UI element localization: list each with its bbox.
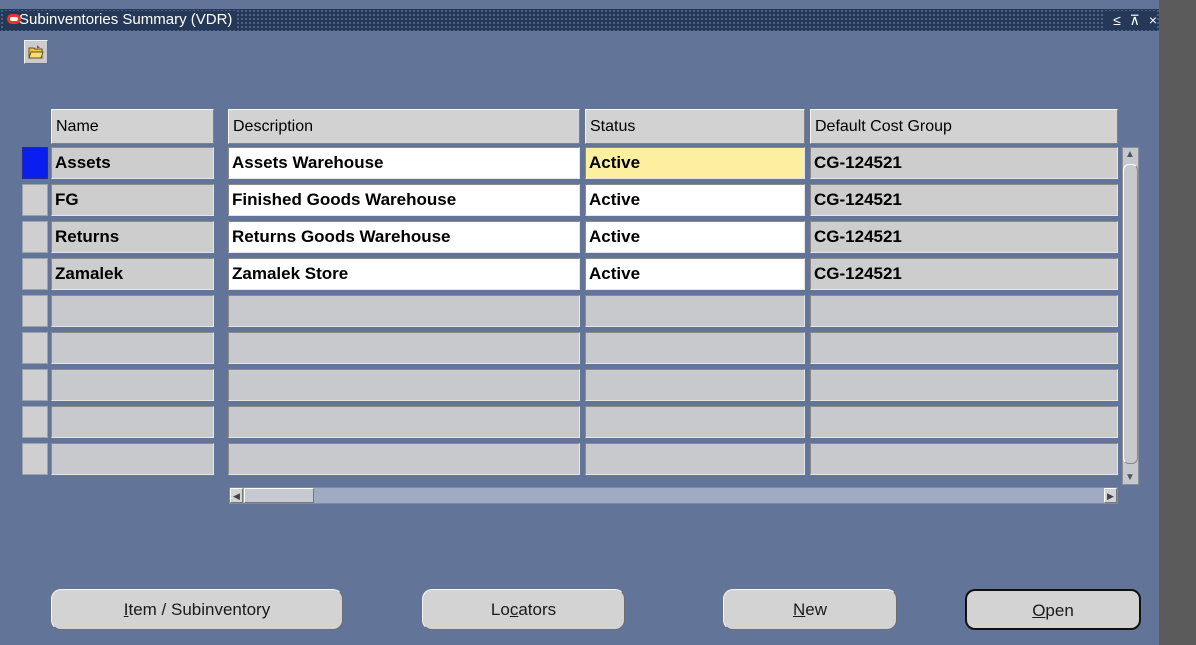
description-cell[interactable] [228, 443, 580, 475]
name-cell[interactable]: FG [51, 184, 214, 216]
cost-group-cell[interactable] [810, 406, 1118, 438]
name-cell[interactable] [51, 295, 214, 327]
cost-group-cell[interactable] [810, 369, 1118, 401]
cost-group-cell[interactable]: CG-124521 [810, 221, 1118, 253]
status-cell[interactable] [585, 406, 805, 438]
description-cell[interactable]: Returns Goods Warehouse [228, 221, 580, 253]
locators-label-prefix: Lo [490, 600, 510, 619]
cost-group-cell[interactable]: CG-124521 [810, 258, 1118, 290]
subinventories-summary-window: Subinventories Summary (VDR) ≤ ⊼ × Name … [0, 0, 1159, 645]
cost-group-cell[interactable]: CG-124521 [810, 184, 1118, 216]
name-cell[interactable]: Zamalek [51, 258, 214, 290]
column-header-name: Name [51, 109, 214, 144]
record-indicator[interactable] [22, 443, 48, 475]
background-strip [1159, 0, 1196, 645]
record-indicator[interactable] [22, 258, 48, 290]
record-indicator[interactable] [22, 295, 48, 327]
cost-group-cell[interactable] [810, 332, 1118, 364]
record-indicator[interactable] [22, 221, 48, 253]
column-header-description: Description [228, 109, 580, 144]
description-cell[interactable]: Finished Goods Warehouse [228, 184, 580, 216]
name-cell[interactable]: Returns [51, 221, 214, 253]
record-indicator[interactable] [22, 369, 48, 401]
open-button[interactable]: Open [965, 589, 1141, 630]
record-indicator[interactable] [22, 147, 48, 179]
description-cell[interactable] [228, 332, 580, 364]
oracle-icon [7, 14, 21, 24]
new-button[interactable]: New [723, 589, 897, 630]
item-subinventory-label: tem / Subinventory [128, 600, 271, 619]
status-cell[interactable] [585, 369, 805, 401]
scroll-up-icon[interactable]: ▲ [1125, 149, 1135, 160]
status-cell[interactable]: Active [585, 221, 805, 253]
cost-group-cell[interactable] [810, 443, 1118, 475]
column-header-default-cost-group: Default Cost Group [810, 109, 1118, 144]
window-title-text: Subinventories Summary (VDR) [19, 11, 233, 28]
title-bar[interactable]: Subinventories Summary (VDR) ≤ ⊼ × [0, 9, 1159, 31]
description-cell[interactable]: Assets Warehouse [228, 147, 580, 179]
locators-label: ators [518, 600, 557, 619]
description-cell[interactable] [228, 369, 580, 401]
scroll-right-icon[interactable]: ▶ [1104, 488, 1117, 503]
name-cell[interactable] [51, 332, 214, 364]
status-cell[interactable] [585, 443, 805, 475]
window-title: Subinventories Summary (VDR) [3, 11, 237, 29]
minimize-icon[interactable]: ≤ [1113, 12, 1121, 28]
item-subinventory-button[interactable]: Item / Subinventory [51, 589, 343, 630]
maximize-icon[interactable]: ⊼ [1130, 12, 1140, 28]
scroll-down-icon[interactable]: ▼ [1125, 472, 1135, 483]
open-folder-button[interactable] [24, 40, 48, 64]
description-cell[interactable] [228, 295, 580, 327]
cost-group-cell[interactable]: CG-124521 [810, 147, 1118, 179]
record-indicator[interactable] [22, 184, 48, 216]
close-icon[interactable]: × [1149, 12, 1157, 28]
new-label: ew [805, 600, 827, 619]
column-header-status: Status [585, 109, 805, 144]
cost-group-cell[interactable] [810, 295, 1118, 327]
status-cell[interactable]: Active [585, 184, 805, 216]
name-cell[interactable]: Assets [51, 147, 214, 179]
status-cell[interactable]: Active [585, 258, 805, 290]
vertical-scrollbar[interactable]: ▲ ▼ [1122, 147, 1139, 485]
status-cell[interactable]: Active [585, 147, 805, 179]
new-mnemonic: N [792, 600, 806, 619]
name-cell[interactable] [51, 443, 214, 475]
window-controls: ≤ ⊼ × [1104, 11, 1157, 29]
record-indicator[interactable] [22, 332, 48, 364]
locators-button[interactable]: Locators [422, 589, 625, 630]
open-mnemonic: O [1032, 601, 1046, 620]
scroll-left-icon[interactable]: ◀ [230, 488, 243, 503]
vertical-scroll-thumb[interactable] [1123, 164, 1138, 464]
record-indicator[interactable] [22, 406, 48, 438]
horizontal-scrollbar[interactable]: ◀ ▶ [229, 487, 1118, 504]
horizontal-scroll-thumb[interactable] [244, 488, 314, 503]
name-cell[interactable] [51, 406, 214, 438]
description-cell[interactable] [228, 406, 580, 438]
description-cell[interactable]: Zamalek Store [228, 258, 580, 290]
folder-open-icon [28, 45, 44, 59]
status-cell[interactable] [585, 295, 805, 327]
open-label: pen [1045, 601, 1074, 620]
status-cell[interactable] [585, 332, 805, 364]
name-cell[interactable] [51, 369, 214, 401]
